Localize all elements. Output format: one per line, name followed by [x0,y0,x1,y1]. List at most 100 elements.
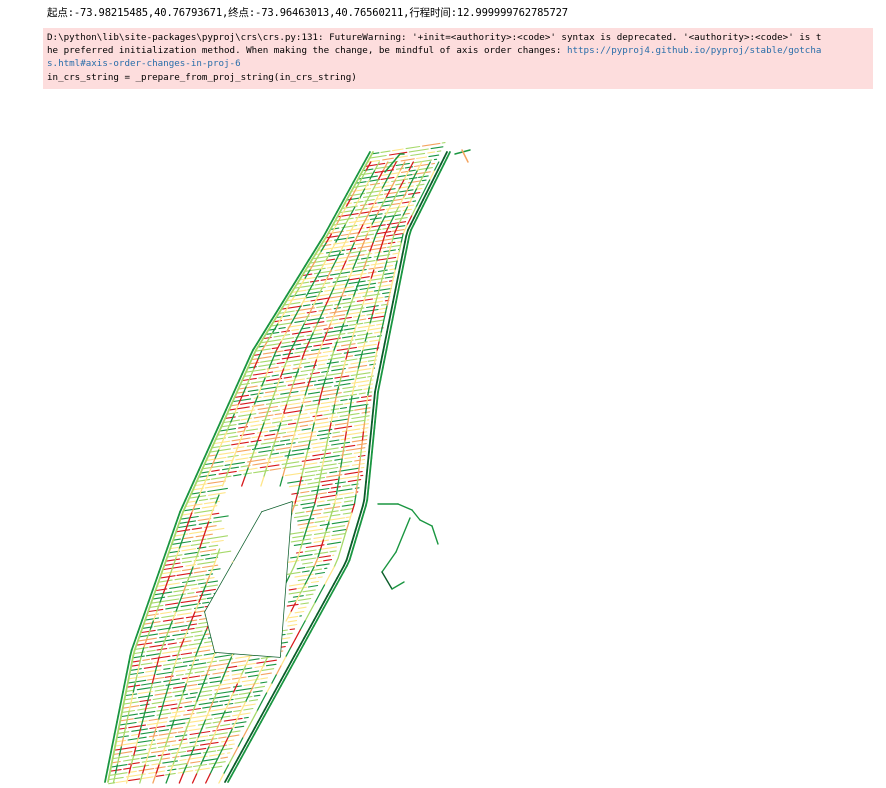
street-segment [222,764,230,775]
street-segment [333,494,338,505]
street-segment [347,341,352,352]
street-segment [194,670,205,674]
street-segment [182,764,188,775]
street-segment [286,429,301,433]
street-segment [431,162,436,165]
street-segment [372,152,380,155]
street-segment [233,385,238,393]
street-segment [152,773,157,784]
street-segment [363,487,367,495]
docs-link[interactable]: https://pyproj4.github.io/pyproj/stable/… [567,45,821,56]
street-segment [248,699,259,702]
street-segment [192,538,207,542]
street-segment [121,703,125,711]
street-segment [294,593,301,604]
street-segment [384,331,388,339]
warning-line-3: s.html#axis-order-changes-in-proj-6 [47,57,869,70]
street-segment [326,361,339,365]
street-segment [366,395,369,406]
street-segment [356,181,367,184]
street-segment [373,161,380,172]
street-segment [175,669,186,673]
street-segment [381,233,386,244]
street-segment [354,351,376,356]
street-segment [297,522,314,526]
street-segment [122,697,126,705]
street-segment [167,642,177,645]
street-segment [181,675,201,680]
street-segment [194,610,206,613]
street-segment [416,156,428,160]
street-segment [299,424,309,427]
street-segment [158,579,173,583]
street-segment [351,535,355,543]
street-segment [330,291,343,295]
street-segment [370,421,373,429]
street-segment [384,349,388,357]
street-segment [149,620,154,631]
street-segment [156,708,169,712]
street-segment [301,428,311,431]
street-segment [151,655,171,660]
street-segment [325,368,330,379]
street-segment [162,760,178,764]
street-segment [273,320,283,323]
street-segment [371,439,375,447]
street-segment [285,647,292,658]
street-segment [322,392,342,397]
street-segment [405,229,409,237]
street-segment [356,476,359,487]
street-segment [408,169,416,172]
street-segment [185,674,190,685]
street-segment [385,343,389,351]
street-segment [297,597,312,601]
street-segment [190,587,199,590]
street-segment [178,737,184,748]
street-segment [318,247,333,251]
street-segment [370,154,387,159]
street-segment [260,339,282,344]
street-segment [130,643,135,651]
street-segment [333,286,355,291]
street-segment [282,352,294,356]
street-segment [145,617,160,621]
street-segment [408,148,429,153]
street-segment [330,486,341,489]
street-segment [331,363,349,368]
docs-link-continued[interactable]: s.html#axis-order-changes-in-proj-6 [47,58,241,69]
street-segment [354,337,365,341]
street-segment [276,424,288,427]
street-segment [334,325,349,329]
street-segment [300,602,309,605]
street-segment [259,464,280,469]
street-segment [123,758,140,762]
street-segment [246,361,252,369]
street-segment [321,458,325,469]
street-segment [392,252,400,255]
street-segment [344,456,357,460]
street-segment [127,673,131,681]
street-segment [323,510,339,514]
street-segment [172,523,177,531]
street-segment [374,251,383,254]
street-segment [142,710,146,721]
street-segment [312,452,332,457]
street-segment [311,503,316,514]
street-segment [251,356,272,361]
street-segment [271,374,279,377]
street-segment [189,481,195,489]
street-segment [265,683,273,694]
street-segment [223,678,231,681]
street-segment [162,553,167,561]
street-segment [386,337,390,345]
street-segment [142,619,147,627]
street-segment [190,630,203,634]
street-segment [227,403,233,411]
street-segment [368,206,379,209]
street-segment [241,476,246,487]
street-segment [333,305,339,316]
street-segment [281,355,301,360]
street-network-map [0,92,886,788]
street-segment [188,687,202,691]
street-segment [160,611,172,615]
